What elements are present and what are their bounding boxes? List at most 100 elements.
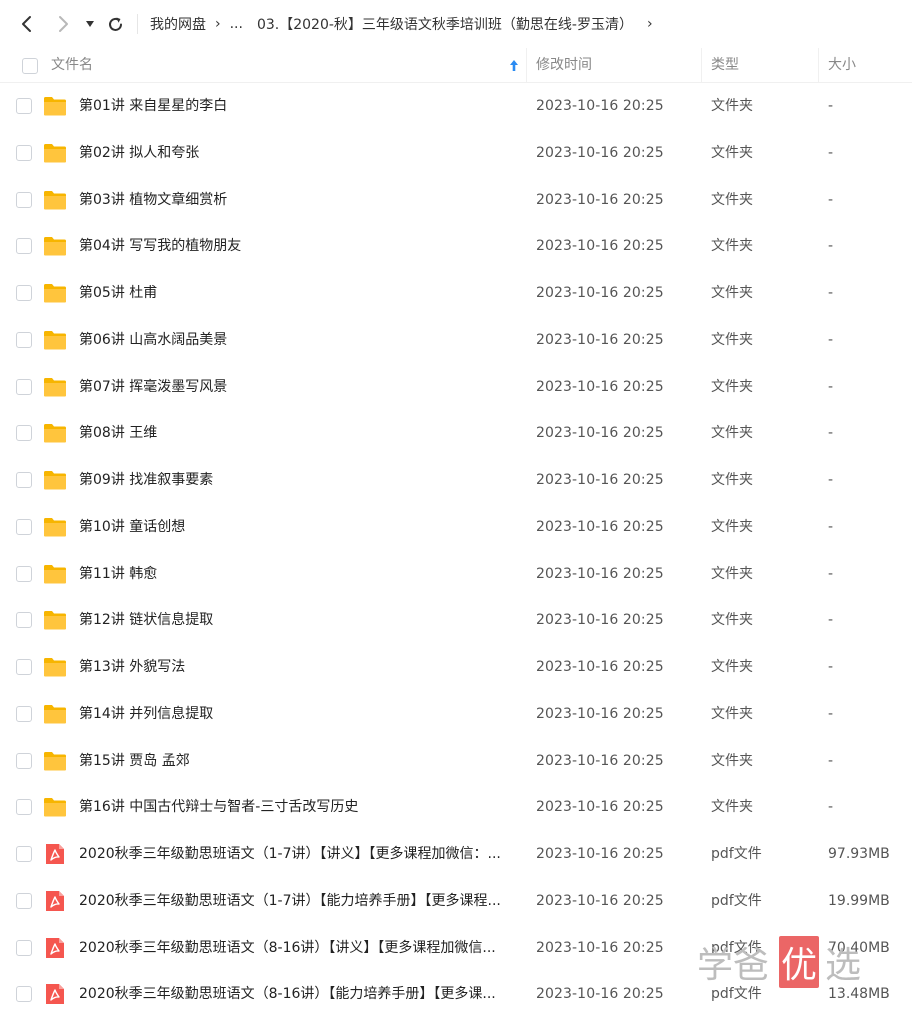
row-checkbox[interactable] [16, 705, 32, 722]
row-checkbox[interactable] [16, 612, 32, 629]
file-name[interactable]: 第06讲 山高水阔品美景 [79, 317, 519, 363]
breadcrumb-item-current-folder[interactable]: 03.【2020-秋】三年级语文秋季培训班（勤思在线-罗玉清） [257, 14, 633, 34]
table-row[interactable]: 第10讲 童话创想 2023-10-16 20:25 文件夹 - [0, 504, 912, 550]
file-name[interactable]: 第07讲 挥毫泼墨写风景 [79, 364, 519, 410]
table-row[interactable]: 第16讲 中国古代辩士与智者-三寸舌改写历史 2023-10-16 20:25 文件… [0, 784, 912, 830]
forward-button[interactable] [52, 12, 74, 36]
file-size: - [828, 659, 834, 675]
file-size: - [828, 238, 834, 255]
row-checkbox[interactable] [16, 98, 32, 114]
breadcrumb-item-ellipsis[interactable]: ... [230, 16, 243, 32]
pdf-icon [43, 889, 67, 913]
table-row[interactable]: 2020秋季三年级勤思班语文（1-7讲）【能力培养手册】【更多课程... 2023… [0, 878, 912, 924]
breadcrumb-item-my-drive[interactable]: 我的网盘 [150, 14, 206, 34]
row-checkbox[interactable] [16, 752, 32, 769]
file-type: pdf文件 [711, 846, 762, 862]
file-name[interactable]: 2020秋季三年级勤思班语文（8-16讲）【能力培养手册】【更多课... [79, 971, 519, 1017]
file-name[interactable]: 第03讲 植物文章细赏析 [79, 177, 519, 223]
watermark-logo: 学爸 优 选 [697, 936, 861, 988]
column-header-type[interactable]: 类型 [711, 48, 739, 83]
file-type: 文件夹 [711, 331, 753, 348]
table-row[interactable]: 第01讲 来自星星的李白 2023-10-16 20:25 文件夹 - [0, 83, 912, 129]
table-row[interactable]: 第12讲 链状信息提取 2023-10-16 20:25 文件夹 - [0, 597, 912, 643]
chevron-left-icon [22, 16, 31, 32]
row-checkbox[interactable] [16, 939, 32, 956]
table-row[interactable]: 第13讲 外貌写法 2023-10-16 20:25 文件夹 - [0, 644, 912, 690]
file-type: 文件夹 [711, 472, 753, 488]
column-divider[interactable] [526, 48, 527, 83]
row-checkbox[interactable] [16, 331, 32, 348]
file-name[interactable]: 2020秋季三年级勤思班语文（1-7讲）【能力培养手册】【更多课程... [79, 878, 519, 924]
table-row[interactable]: 第07讲 挥毫泼墨写风景 2023-10-16 20:25 文件夹 - [0, 364, 912, 410]
file-name[interactable]: 第10讲 童话创想 [79, 504, 519, 550]
table-row[interactable]: 第06讲 山高水阔品美景 2023-10-16 20:25 文件夹 - [0, 317, 912, 363]
table-row[interactable]: 第02讲 拟人和夸张 2023-10-16 20:25 文件夹 - [0, 130, 912, 176]
folder-icon [43, 421, 67, 445]
table-row[interactable]: 第03讲 植物文章细赏析 2023-10-16 20:25 文件夹 - [0, 177, 912, 223]
table-row[interactable]: 第05讲 杜甫 2023-10-16 20:25 文件夹 - [0, 270, 912, 316]
file-size: - [828, 705, 834, 722]
file-size: - [828, 752, 834, 769]
row-checkbox[interactable] [16, 892, 32, 909]
file-type: 文件夹 [711, 659, 753, 675]
file-name[interactable]: 第15讲 贾岛 孟郊 [79, 738, 519, 784]
table-row[interactable]: 第15讲 贾岛 孟郊 2023-10-16 20:25 文件夹 - [0, 738, 912, 784]
row-checkbox[interactable] [16, 378, 32, 395]
row-checkbox[interactable] [16, 191, 32, 208]
table-row[interactable]: 第11讲 韩愈 2023-10-16 20:25 文件夹 - [0, 551, 912, 597]
file-size: - [828, 612, 834, 629]
row-checkbox[interactable] [16, 425, 32, 442]
row-checkbox[interactable] [16, 472, 32, 488]
column-header-name[interactable]: 文件名 [51, 48, 93, 83]
column-divider[interactable] [701, 48, 702, 83]
file-name[interactable]: 2020秋季三年级勤思班语文（1-7讲）【讲义】【更多课程加微信：... [79, 831, 519, 877]
file-name[interactable]: 第02讲 拟人和夸张 [79, 130, 519, 176]
select-all-checkbox[interactable] [22, 58, 38, 74]
row-checkbox[interactable] [16, 238, 32, 255]
breadcrumb-arrow-icon[interactable]: › [647, 16, 653, 32]
pdf-icon [43, 842, 67, 866]
file-name[interactable]: 第01讲 来自星星的李白 [79, 83, 519, 129]
refresh-button[interactable] [104, 12, 126, 36]
row-checkbox[interactable] [16, 986, 32, 1003]
file-name[interactable]: 第08讲 王维 [79, 410, 519, 456]
file-type: 文件夹 [711, 378, 753, 395]
column-header-size[interactable]: 大小 [828, 48, 856, 83]
file-name[interactable]: 第13讲 外貌写法 [79, 644, 519, 690]
row-checkbox[interactable] [16, 659, 32, 675]
navigation-bar: 我的网盘 › ... 03.【2020-秋】三年级语文秋季培训班（勤思在线-罗玉… [0, 0, 912, 48]
row-checkbox[interactable] [16, 144, 32, 161]
table-row[interactable]: 第08讲 王维 2023-10-16 20:25 文件夹 - [0, 410, 912, 456]
file-name[interactable]: 2020秋季三年级勤思班语文（8-16讲）【讲义】【更多课程加微信... [79, 925, 519, 971]
file-modified-time: 2023-10-16 20:25 [536, 659, 664, 675]
row-checkbox[interactable] [16, 285, 32, 301]
file-name[interactable]: 第14讲 并列信息提取 [79, 691, 519, 737]
file-modified-time: 2023-10-16 20:25 [536, 565, 664, 582]
file-name[interactable]: 第11讲 韩愈 [79, 551, 519, 597]
table-row[interactable]: 第04讲 写写我的植物朋友 2023-10-16 20:25 文件夹 - [0, 223, 912, 269]
row-checkbox[interactable] [16, 846, 32, 862]
row-checkbox[interactable] [16, 518, 32, 535]
row-checkbox[interactable] [16, 565, 32, 582]
table-row[interactable]: 第14讲 并列信息提取 2023-10-16 20:25 文件夹 - [0, 691, 912, 737]
table-row[interactable]: 2020秋季三年级勤思班语文（1-7讲）【讲义】【更多课程加微信：... 2023… [0, 831, 912, 877]
file-list-header: 文件名 修改时间 类型 大小 [0, 48, 912, 83]
row-checkbox[interactable] [16, 799, 32, 816]
file-name[interactable]: 第16讲 中国古代辩士与智者-三寸舌改写历史 [79, 784, 519, 830]
history-dropdown-button[interactable] [83, 12, 97, 36]
file-name[interactable]: 第04讲 写写我的植物朋友 [79, 223, 519, 269]
back-button[interactable] [16, 12, 38, 36]
column-header-modified[interactable]: 修改时间 [536, 48, 592, 83]
file-type: 文件夹 [711, 565, 753, 582]
sort-ascending-icon[interactable] [509, 59, 519, 72]
file-size: - [828, 144, 834, 161]
file-modified-time: 2023-10-16 20:25 [536, 425, 664, 442]
column-divider[interactable] [818, 48, 819, 83]
folder-icon [43, 795, 67, 819]
file-name[interactable]: 第09讲 找准叙事要素 [79, 457, 519, 503]
folder-icon [43, 375, 67, 399]
table-row[interactable]: 第09讲 找准叙事要素 2023-10-16 20:25 文件夹 - [0, 457, 912, 503]
file-name[interactable]: 第12讲 链状信息提取 [79, 597, 519, 643]
file-modified-time: 2023-10-16 20:25 [536, 285, 664, 301]
file-name[interactable]: 第05讲 杜甫 [79, 270, 519, 316]
